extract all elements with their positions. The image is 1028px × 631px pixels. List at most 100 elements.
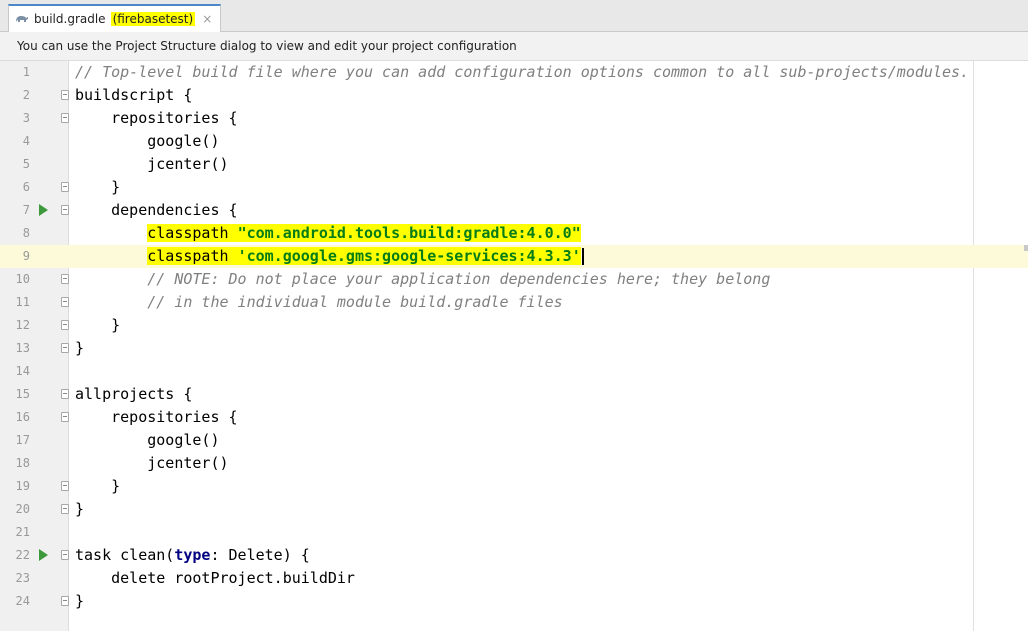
code-text: // in the individual module build.gradle…: [75, 291, 562, 314]
fold-icon[interactable]: [61, 550, 69, 560]
fold-icon[interactable]: [61, 113, 69, 123]
code-line[interactable]: 2 buildscript {: [0, 84, 1028, 107]
code-line[interactable]: 7 dependencies {: [0, 199, 1028, 222]
code-token: allprojects {: [75, 385, 193, 403]
line-number: 2: [22, 88, 30, 102]
line-number: 12: [15, 318, 30, 332]
text-caret: [581, 248, 584, 265]
line-number: 14: [15, 364, 30, 378]
comment-text: // Top-level build file where you can ad…: [75, 63, 970, 81]
code-line[interactable]: 23 delete rootProject.buildDir: [0, 567, 1028, 590]
code-line[interactable]: 3 repositories {: [0, 107, 1028, 130]
code-text: delete rootProject.buildDir: [75, 567, 355, 590]
code-token: dependencies {: [75, 201, 238, 219]
code-token: jcenter(): [75, 454, 229, 472]
fold-icon[interactable]: [61, 504, 69, 514]
code-line[interactable]: 22 task clean(type: Delete) {: [0, 544, 1028, 567]
code-line[interactable]: 21: [0, 521, 1028, 544]
code-line[interactable]: 11 // in the individual module build.gra…: [0, 291, 1028, 314]
line-number: 18: [15, 456, 30, 470]
line-number: 10: [15, 272, 30, 286]
string-literal: "com.android.tools.build:gradle:4.0.0": [237, 224, 581, 242]
code-line[interactable]: 24}: [0, 590, 1028, 613]
fold-icon[interactable]: [61, 182, 69, 192]
fold-icon[interactable]: [61, 320, 69, 330]
fold-icon[interactable]: [61, 412, 69, 422]
fold-icon[interactable]: [61, 205, 69, 215]
line-number: 5: [22, 157, 30, 171]
line-number: 9: [0, 245, 36, 268]
code-text: }: [75, 498, 84, 521]
code-line[interactable]: 4 google(): [0, 130, 1028, 153]
run-icon[interactable]: [39, 204, 48, 216]
code-text: classpath "com.android.tools.build:gradl…: [75, 222, 581, 245]
tab-file-name: build.gradle: [34, 12, 106, 26]
code-token: google(): [75, 431, 220, 449]
fold-icon[interactable]: [61, 274, 69, 284]
scrollbar-marker[interactable]: [1024, 245, 1028, 251]
code-token: }: [75, 477, 121, 495]
code-token: delete rootProject.buildDir: [75, 569, 355, 587]
code-token: }: [75, 339, 85, 357]
code-line[interactable]: 5 jcenter(): [0, 153, 1028, 176]
tab-build-gradle[interactable]: build.gradle (firebasetest) ×: [8, 4, 222, 32]
code-line[interactable]: 15 allprojects {: [0, 383, 1028, 406]
code-line[interactable]: 14: [0, 360, 1028, 383]
string-literal: 'com.google.gms:google-services:4.3.3': [237, 247, 581, 265]
fold-icon[interactable]: [61, 90, 69, 100]
code-line[interactable]: 1 // Top-level build file where you can a…: [0, 61, 1028, 84]
comment-text: // NOTE: Do not place your application d…: [75, 270, 771, 288]
code-line[interactable]: 16 repositories {: [0, 406, 1028, 429]
code-line[interactable]: 8 classpath "com.android.tools.build:gra…: [0, 222, 1028, 245]
code-token: repositories {: [75, 408, 238, 426]
line-number: 19: [15, 479, 30, 493]
code-token: jcenter(): [75, 155, 229, 173]
code-text: task clean(type: Delete) {: [75, 544, 310, 567]
line-number: 11: [15, 295, 30, 309]
code-line[interactable]: 9 classpath 'com.google.gms:google-servi…: [0, 245, 1028, 268]
fold-icon[interactable]: [61, 343, 69, 353]
code-line[interactable]: 13}: [0, 337, 1028, 360]
fold-icon[interactable]: [61, 389, 69, 399]
fold-icon[interactable]: [61, 481, 69, 491]
code-token: }: [75, 178, 121, 196]
code-token: buildscript {: [75, 86, 193, 104]
fold-icon[interactable]: [61, 297, 69, 307]
line-number: 17: [15, 433, 30, 447]
code-line[interactable]: 10 // NOTE: Do not place your applicatio…: [0, 268, 1028, 291]
code-text: allprojects {: [75, 383, 192, 406]
code-token: task clean(: [75, 546, 175, 564]
line-number: 7: [22, 203, 30, 217]
line-number: 20: [15, 502, 30, 516]
code-text: // NOTE: Do not place your application d…: [75, 268, 770, 291]
code-text: jcenter(): [75, 452, 229, 475]
fold-icon[interactable]: [61, 596, 69, 606]
line-number: 13: [15, 341, 30, 355]
notice-text: You can use the Project Structure dialog…: [17, 39, 517, 53]
line-number: 23: [15, 571, 30, 585]
code-line[interactable]: 18 jcenter(): [0, 452, 1028, 475]
code-token: }: [75, 592, 85, 610]
code-token: }: [75, 316, 121, 334]
code-line[interactable]: 6 }: [0, 176, 1028, 199]
code-text: }: [75, 176, 120, 199]
code-line[interactable]: 19 }: [0, 475, 1028, 498]
code-line[interactable]: 20}: [0, 498, 1028, 521]
code-text: repositories {: [75, 107, 237, 130]
code-line[interactable]: 17 google(): [0, 429, 1028, 452]
line-number: 15: [15, 387, 30, 401]
line-number: 21: [15, 525, 30, 539]
code-text: dependencies {: [75, 199, 238, 222]
code-text: google(): [75, 130, 219, 153]
code-text: buildscript {: [75, 84, 192, 107]
run-icon[interactable]: [39, 549, 48, 561]
editor-tab-bar: build.gradle (firebasetest) ×: [0, 0, 1028, 32]
line-number: 22: [15, 548, 30, 562]
code-line[interactable]: 12 }: [0, 314, 1028, 337]
code-editor[interactable]: 1 // Top-level build file where you can a…: [0, 61, 1028, 631]
code-text: }: [75, 475, 120, 498]
code-text: repositories {: [75, 406, 238, 429]
code-text: // Top-level build file where you can ad…: [75, 61, 969, 84]
line-number: 16: [15, 410, 30, 424]
close-icon[interactable]: ×: [202, 12, 212, 26]
